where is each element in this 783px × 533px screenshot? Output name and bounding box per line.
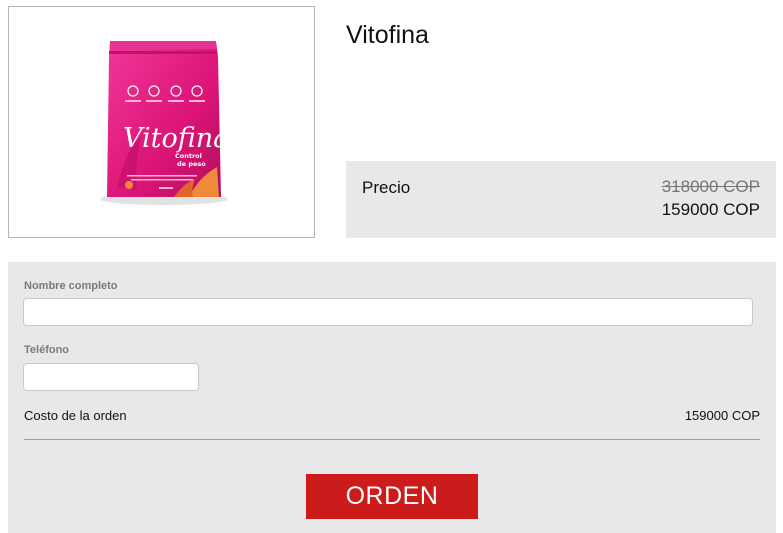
new-price: 159000 COP [661,200,760,219]
product-order-page: Vitofina Control de peso Vitofina Precio… [0,0,783,533]
product-pouch-image: Vitofina Control de peso [100,41,229,205]
product-image-frame: Vitofina Control de peso [8,6,315,238]
order-cost-value: 159000 COP [684,408,760,423]
name-input[interactable] [23,298,753,326]
divider [24,439,760,440]
order-form: Nombre completo Teléfono Costo de la ord… [8,262,776,533]
name-label: Nombre completo [24,280,118,292]
price-box: Precio 318000 COP 159000 COP [346,161,776,238]
phone-input[interactable] [23,363,199,391]
pouch-brand-text: Vitofina [123,123,229,154]
price-label: Precio [362,178,411,197]
order-cost-label: Costo de la orden [24,408,127,423]
phone-label: Teléfono [24,344,70,356]
order-button[interactable]: ORDEN [306,474,478,519]
svg-text:Control: Control [175,152,202,160]
old-price: 318000 COP [661,177,760,196]
svg-text:de peso: de peso [177,160,206,168]
product-title: Vitofina [346,21,429,49]
